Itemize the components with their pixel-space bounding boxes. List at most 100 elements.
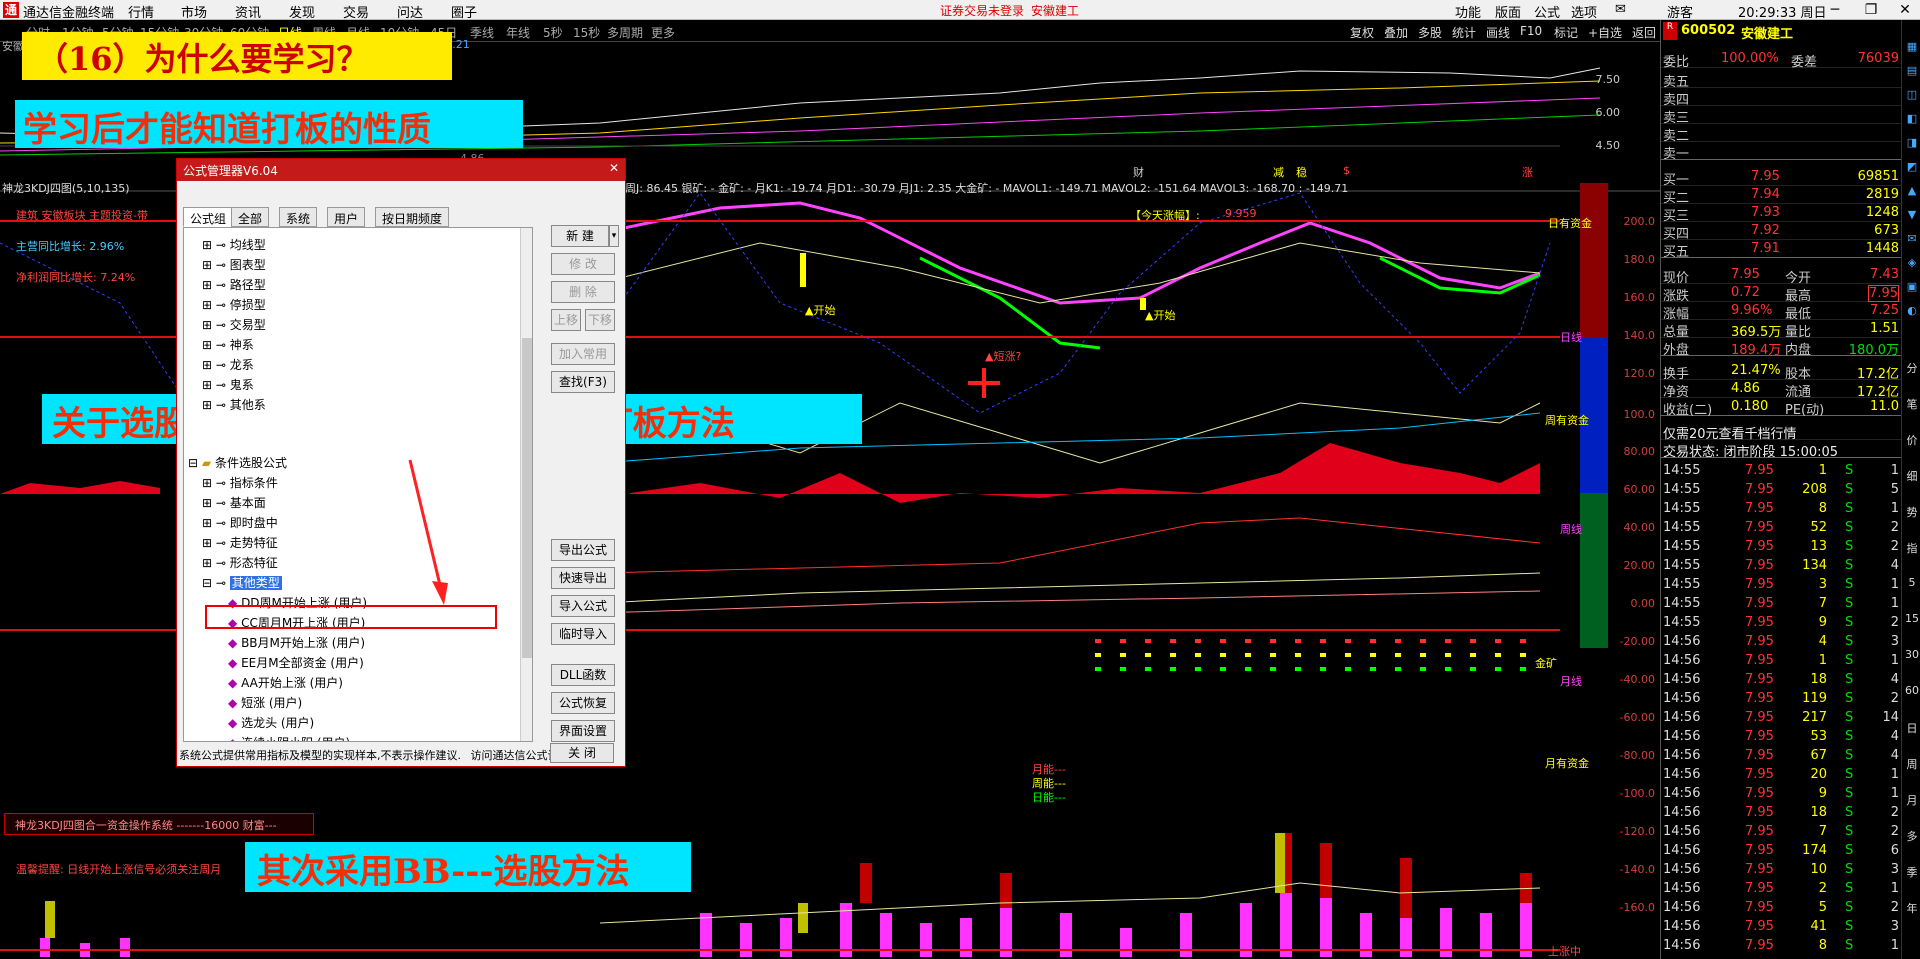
tree-node[interactable]: ⊟ ⊸ 其他类型	[202, 574, 282, 591]
menu-circle[interactable]: 圈子	[451, 2, 477, 21]
side-tool-icon[interactable]: ◫	[1903, 88, 1920, 106]
login-status[interactable]: 证券交易未登录	[940, 2, 1024, 19]
user-label[interactable]: 游客	[1667, 2, 1693, 21]
tab-all[interactable]: 全部	[231, 207, 270, 227]
menu-discover[interactable]: 发现	[289, 2, 315, 21]
tick-list[interactable]: 14:55 7.95 1 S 1 14:55 7.95 208 S 5 14:55 7.95 8 S 1 14…	[1661, 462, 1901, 959]
menu-formula[interactable]: 公式	[1534, 2, 1560, 21]
side-tool-icon[interactable]: ✉	[1903, 232, 1920, 250]
new-dropdown-icon[interactable]: ▾	[609, 225, 619, 247]
tree-node[interactable]: ⊞ ⊸ 路径型	[202, 276, 266, 293]
period-shortcut[interactable]: 30	[1903, 648, 1920, 666]
expand-icon[interactable]: ⊞	[202, 258, 212, 272]
expand-icon[interactable]: ⊞	[202, 238, 212, 252]
multi-stock-button[interactable]: 多股	[1418, 24, 1442, 41]
collapse-icon[interactable]: ⊟	[202, 576, 212, 590]
side-tool-icon[interactable]: ◨	[1903, 136, 1920, 154]
side-tool-icon[interactable]: ◧	[1903, 112, 1920, 130]
period-shortcut[interactable]: 月	[1903, 792, 1920, 810]
dialog-titlebar[interactable]: 公式管理器V6.04 ✕	[177, 159, 625, 181]
formula-restore-button[interactable]: 公式恢复	[551, 692, 615, 714]
side-tool-icon[interactable]: ▣	[1903, 280, 1920, 298]
tree-node[interactable]: ⊞ ⊸ 均线型	[202, 236, 266, 253]
indicator-title[interactable]: 神龙3KDJ四图(5,10,135)	[2, 180, 130, 196]
draw-line-button[interactable]: 画线	[1486, 24, 1510, 41]
menu-trade[interactable]: 交易	[343, 2, 369, 21]
move-up-button[interactable]: 上移	[551, 309, 581, 331]
tree-node[interactable]: ⊞ ⊸ 停损型	[202, 296, 266, 313]
expand-icon[interactable]: ⊞	[202, 398, 212, 412]
period-shortcut[interactable]: 60	[1903, 684, 1920, 702]
add-common-button[interactable]: 加入常用	[551, 343, 615, 365]
dialog-close-icon[interactable]: ✕	[609, 161, 619, 175]
tree-node[interactable]: ⊞ ⊸ 龙系	[202, 356, 254, 373]
tab-formula-group[interactable]: 公式组	[183, 207, 234, 227]
period-item[interactable]: 季线	[470, 24, 494, 41]
delete-button[interactable]: 删 除	[551, 281, 615, 303]
period-shortcut[interactable]: 指	[1903, 540, 1920, 558]
find-button[interactable]: 查找(F3)	[551, 371, 615, 393]
tree-scroll-thumb[interactable]	[522, 338, 532, 658]
expand-icon[interactable]: ⊞	[202, 378, 212, 392]
buy5-row[interactable]: 买五 7.91 1448	[1661, 240, 1901, 260]
sell1-row[interactable]: 卖一	[1661, 142, 1901, 162]
close-icon[interactable]: ✕	[1890, 0, 1920, 20]
statistics-button[interactable]: 统计	[1452, 24, 1476, 41]
tab-system[interactable]: 系统	[279, 207, 318, 227]
tab-by-date[interactable]: 按日期频度	[375, 207, 450, 227]
tree-node[interactable]: ⊞ ⊸ 其他系	[202, 396, 266, 413]
side-tool-icon[interactable]: ◈	[1903, 256, 1920, 274]
period-shortcut[interactable]: 15	[1903, 612, 1920, 630]
tree-node[interactable]: ⊞ ⊸ 神系	[202, 336, 254, 353]
close-dialog-button[interactable]: 关 闭	[550, 743, 614, 763]
expand-icon[interactable]: ⊞	[202, 318, 212, 332]
dll-function-button[interactable]: DLL函数	[551, 664, 615, 686]
tree-scrollbar[interactable]	[520, 228, 532, 741]
period-shortcut[interactable]: 分	[1903, 360, 1920, 378]
period-shortcut[interactable]: 日	[1903, 720, 1920, 738]
back-button[interactable]: 返回	[1632, 24, 1656, 41]
collapse-icon[interactable]: ⊟	[188, 456, 198, 470]
period-item[interactable]: 15秒	[573, 24, 600, 41]
menu-info[interactable]: 资讯	[235, 2, 261, 21]
expand-icon[interactable]: ⊞	[202, 298, 212, 312]
tree-node[interactable]: ⊞ ⊸ 走势特征	[202, 534, 278, 551]
export-formula-button[interactable]: 导出公式	[551, 539, 615, 561]
sell4-row[interactable]: 卖四	[1661, 88, 1901, 108]
period-item[interactable]: 5秒	[543, 24, 563, 41]
sell2-row[interactable]: 卖二	[1661, 124, 1901, 144]
expand-icon[interactable]: ⊞	[202, 536, 212, 550]
ui-settings-button[interactable]: 界面设置	[551, 720, 615, 742]
formula-item[interactable]: ◆ 短涨 (用户)	[228, 694, 302, 711]
side-tool-icon[interactable]: ▼	[1903, 208, 1920, 226]
formula-item[interactable]: ◆ BB月M开始上涨 (用户)	[228, 634, 365, 651]
period-shortcut[interactable]: 季	[1903, 864, 1920, 882]
tree-node[interactable]: ⊞ ⊸ 鬼系	[202, 376, 254, 393]
temp-import-button[interactable]: 临时导入	[551, 623, 615, 645]
menu-wenda[interactable]: 问达	[397, 2, 423, 21]
period-shortcut[interactable]: 价	[1903, 432, 1920, 450]
tree-node[interactable]: ⊞ ⊸ 图表型	[202, 256, 266, 273]
tree-node[interactable]: ⊞ ⊸ 指标条件	[202, 474, 278, 491]
period-shortcut[interactable]: 细	[1903, 468, 1920, 486]
tree-node[interactable]: ⊞ ⊸ 即时盘中	[202, 514, 278, 531]
side-tool-icon[interactable]: ▦	[1903, 40, 1920, 58]
period-shortcut[interactable]: 周	[1903, 756, 1920, 774]
formula-item[interactable]: ◆ AA开始上涨 (用户)	[228, 674, 343, 691]
expand-icon[interactable]: ⊞	[202, 496, 212, 510]
period-item[interactable]: 更多	[651, 24, 675, 41]
maximize-icon[interactable]: ❐	[1856, 0, 1886, 20]
buy1-row[interactable]: 买一 7.95 69851	[1661, 168, 1901, 188]
menu-function[interactable]: 功能	[1455, 2, 1481, 21]
sell3-row[interactable]: 卖三	[1661, 106, 1901, 126]
expand-icon[interactable]: ⊞	[202, 476, 212, 490]
side-tool-icon[interactable]: ▤	[1903, 64, 1920, 82]
minimize-icon[interactable]: ─	[1820, 0, 1850, 20]
import-formula-button[interactable]: 导入公式	[551, 595, 615, 617]
menu-quote[interactable]: 行情	[128, 2, 154, 21]
formula-item[interactable]: ◆ 连续小阴小阳 (用户)	[228, 734, 350, 741]
overlay-button[interactable]: 叠加	[1384, 24, 1408, 41]
period-shortcut[interactable]: 势	[1903, 504, 1920, 522]
expand-icon[interactable]: ⊞	[202, 556, 212, 570]
tree-node[interactable]: ⊞ ⊸ 交易型	[202, 316, 266, 333]
